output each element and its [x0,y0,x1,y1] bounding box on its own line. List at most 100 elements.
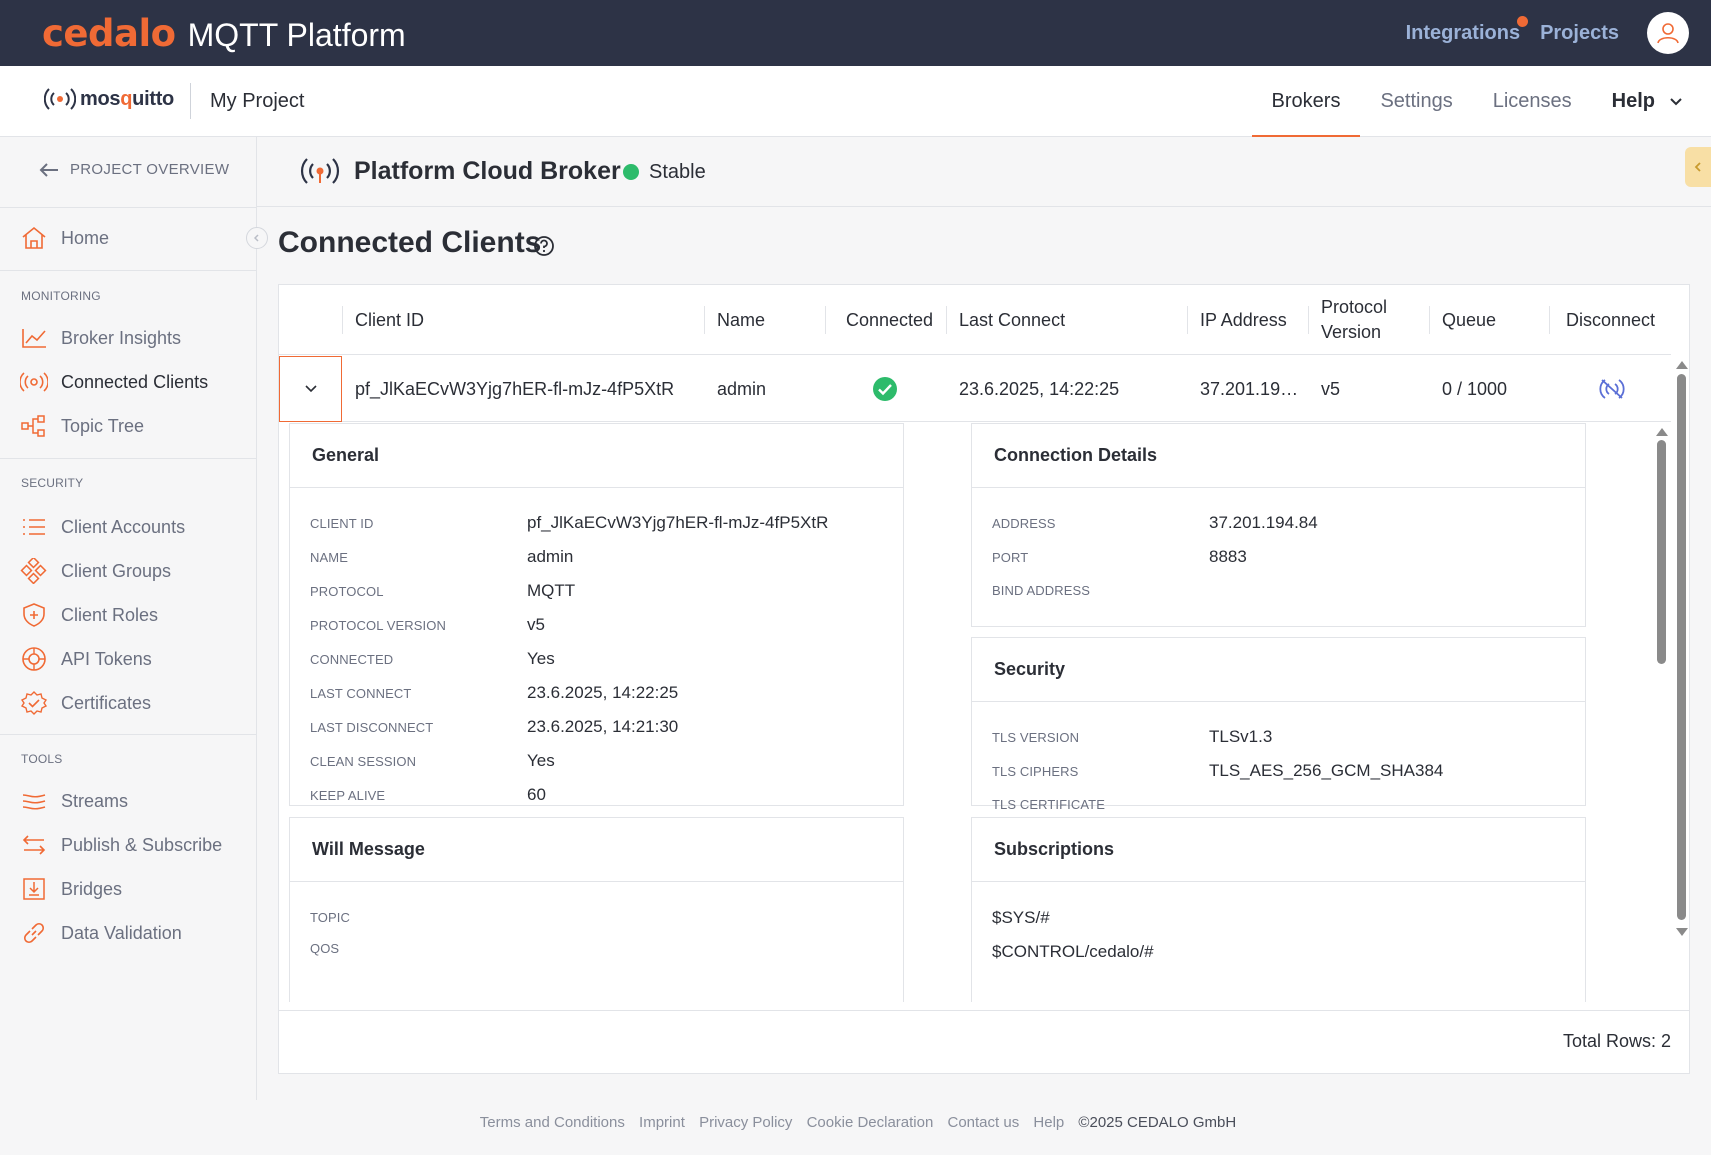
sidebar-item-client-groups[interactable]: Client Groups [20,555,250,587]
field-label: TOPIC [310,910,350,925]
tab-brokers[interactable]: Brokers [1251,66,1361,138]
table-header: Client ID Name Connected Last Connect IP… [279,285,1671,355]
field-value: MQTT [527,581,576,600]
project-name[interactable]: My Project [210,90,304,113]
cell-protocol-version: v5 [1321,378,1341,399]
user-avatar[interactable] [1647,12,1689,54]
scroll-down-arrow[interactable] [1676,928,1688,936]
divider [0,458,256,459]
sidebar-item-client-roles[interactable]: Client Roles [20,599,250,631]
sidebar-item-label: Certificates [61,692,152,713]
scroll-up-arrow[interactable] [1656,428,1668,436]
cell-queue: 0 / 1000 [1442,378,1508,399]
sidebar-item-label: Data Validation [61,922,182,943]
streams-icon [20,787,50,815]
notification-dot [1517,15,1529,27]
download-icon [20,875,50,903]
tab-licenses[interactable]: Licenses [1473,66,1592,137]
certificate-icon [20,689,50,717]
client-details: General CLIENT ID pf_JlKaECvW3Yjg7hER-fl… [279,423,1671,1002]
field-label: ADDRESS [992,516,1056,531]
expand-panel-button[interactable] [1685,147,1711,187]
field-value: TLSv1.3 [1209,727,1273,746]
sidebar-item-label: Client Accounts [61,516,186,537]
field-label: PROTOCOL [310,584,384,599]
projects-link[interactable]: Projects [1540,22,1619,45]
column-separator [1429,306,1430,334]
disconnect-button[interactable] [1596,356,1628,422]
col-disconnect[interactable]: Disconnect [1566,285,1655,355]
sidebar-item-data-validation[interactable]: Data Validation [20,917,250,949]
section-monitoring: MONITORING [21,289,101,303]
project-overview-link[interactable]: PROJECT OVERVIEW [38,161,229,178]
field-value: pf_JlKaECvW3Yjg7hER-fl-mJz-4fP5XtR [527,513,829,532]
integrations-link[interactable]: Integrations [1406,15,1529,45]
broker-name[interactable]: Platform Cloud Broker [354,157,621,186]
column-separator [1187,306,1188,334]
contact-link[interactable]: Contact us [948,1114,1020,1131]
scrollbar-thumb[interactable] [1677,374,1686,920]
col-last-connect[interactable]: Last Connect [959,285,1065,355]
brand[interactable]: cedalo MQTT Platform [42,12,406,55]
mosquitto-logo[interactable]: mosquitto [44,87,174,111]
header-label: Protocol [1321,297,1388,317]
col-connected[interactable]: Connected [846,285,933,355]
scroll-up-arrow[interactable] [1676,361,1688,369]
mosquitto-wordmark: mosquitto [80,87,174,110]
privacy-link[interactable]: Privacy Policy [699,1114,792,1131]
nav-tabs: Brokers Settings Licenses Help [1251,66,1711,138]
header-label: Version [1321,322,1382,342]
field-label: QOS [310,941,340,956]
collapse-sidebar-button[interactable] [246,227,268,249]
sidebar-item-label: Bridges [61,878,123,899]
help-link[interactable]: Help [1033,1114,1064,1131]
field-value: 60 [527,785,546,804]
card-title: General [290,424,903,488]
sidebar-item-publish-subscribe[interactable]: Publish & Subscribe [20,829,250,861]
col-name[interactable]: Name [717,285,765,355]
collapse-row-button[interactable] [279,356,342,422]
table-scrollbar[interactable] [1675,361,1688,936]
col-queue[interactable]: Queue [1442,285,1496,355]
sidebar-item-broker-insights[interactable]: Broker Insights [20,322,250,354]
security-card: Security TLS VERSION TLSv1.3 TLS CIPHERS… [971,637,1586,812]
tab-help[interactable]: Help [1592,66,1711,137]
sidebar-item-client-accounts[interactable]: Client Accounts [20,511,250,543]
column-separator [704,306,705,334]
field-value: 37.201.194.84 [1209,513,1318,532]
scrollbar-thumb[interactable] [1657,440,1666,664]
help-circle-icon[interactable] [533,235,555,257]
cell-last-connect: 23.6.2025, 14:22:25 [959,378,1120,399]
sidebar-item-label: Client Groups [61,560,172,581]
sidebar-item-home[interactable]: Home [20,222,250,254]
section-tools: TOOLS [21,752,63,766]
page-footer: Terms and Conditions Imprint Privacy Pol… [0,1114,1711,1131]
sidebar-item-connected-clients[interactable]: Connected Clients [20,366,250,398]
broker-status: Stable [649,161,706,183]
cookie-link[interactable]: Cookie Declaration [807,1114,934,1131]
sidebar-item-bridges[interactable]: Bridges [20,873,250,905]
total-rows: Total Rows: 2 [1562,1031,1671,1051]
col-protocol-version[interactable]: Protocol Version [1321,285,1387,355]
sidebar-item-label: Connected Clients [61,371,209,392]
broadcast-icon [300,158,340,184]
broadcast-icon [44,88,76,110]
arrow-left-icon [39,162,58,177]
sidebar-item-certificates[interactable]: Certificates [20,687,250,719]
check-circle-icon [873,377,897,401]
table-row[interactable]: pf_JlKaECvW3Yjg7hER-fl-mJz-4fP5XtR admin… [279,356,1671,422]
sidebar-item-topic-tree[interactable]: Topic Tree [20,410,250,442]
status-indicator [623,164,639,180]
sidebar-item-api-tokens[interactable]: API Tokens [20,643,250,675]
col-client-id[interactable]: Client ID [355,285,424,355]
imprint-link[interactable]: Imprint [639,1114,685,1131]
sidebar-item-streams[interactable]: Streams [20,785,250,817]
tab-settings[interactable]: Settings [1360,66,1472,137]
field-value: 23.6.2025, 14:21:30 [527,717,679,736]
clients-table-panel: Client ID Name Connected Last Connect IP… [278,284,1690,1074]
cell-name: admin [717,378,767,399]
section-security: SECURITY [21,476,84,490]
terms-link[interactable]: Terms and Conditions [480,1114,625,1131]
details-scrollbar[interactable] [1655,428,1668,997]
col-ip-address[interactable]: IP Address [1200,285,1287,355]
